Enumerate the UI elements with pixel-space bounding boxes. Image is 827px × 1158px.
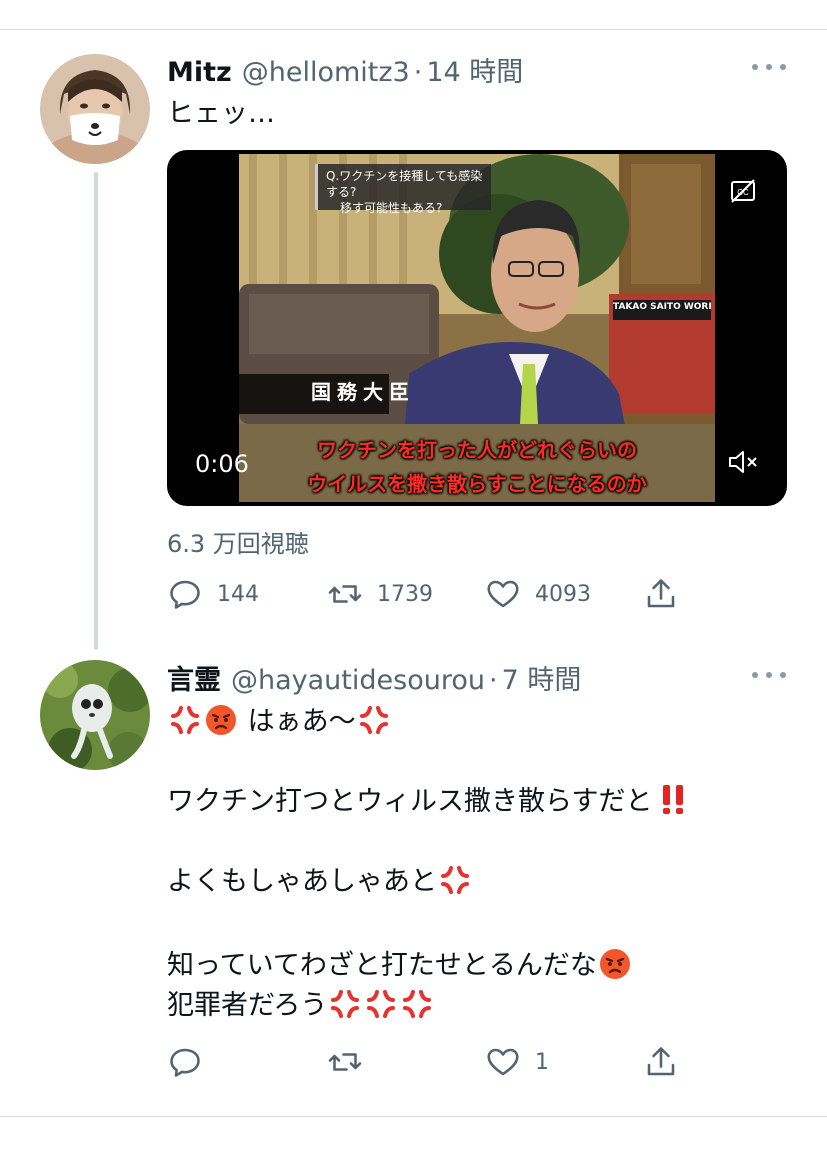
retweet-icon (328, 1053, 362, 1071)
tweet-line-3: よくもしゃあしゃあと (167, 862, 473, 902)
question-line1: Q.ワクチンを接種しても感染する? (326, 169, 483, 199)
retweet-button[interactable] (327, 1042, 377, 1082)
question-caption: Q.ワクチンを接種しても感染する? 移す可能性もある? (315, 164, 491, 215)
bottom-divider (0, 1116, 827, 1117)
angry-face-icon (206, 705, 236, 735)
anger-symbol-icon (367, 990, 396, 1018)
captions-icon[interactable]: CC (730, 178, 756, 204)
avatar-mitz[interactable] (40, 54, 150, 164)
timestamp[interactable]: 14 時間 (426, 50, 523, 89)
author-handle[interactable]: @hellomitz3 (242, 57, 410, 88)
anger-symbol-icon (403, 990, 432, 1018)
like-button[interactable]: 1 (485, 1042, 549, 1082)
tweet-text-line2: ワクチン打つとウィルス撒き散らすだと (167, 786, 653, 817)
double-exclamation-icon (663, 785, 684, 814)
more-icon[interactable] (752, 61, 786, 73)
avatar-kotodama[interactable] (40, 660, 150, 770)
author-name[interactable]: Mitz (167, 57, 232, 88)
subtitle-line1: ワクチンを打った人がどれぐらいの (317, 438, 637, 462)
tweet1-action-bar: 144 1739 4093 (167, 574, 687, 614)
tweet-line-4: 知っていてわざと打たせとるんだな (167, 946, 633, 986)
tweet-line-5: 犯罪者だろう (167, 986, 435, 1026)
top-divider (0, 29, 827, 30)
share-button[interactable] (643, 574, 679, 614)
question-line2: 移す可能性もある? (340, 201, 443, 215)
subtitle-line2: ウイルスを撒き散らすことになるのか (307, 472, 647, 496)
retweet-count: 1739 (377, 581, 433, 607)
view-count: 6.3 万回視聴 (167, 530, 309, 558)
like-count: 1 (535, 1049, 549, 1075)
anger-symbol-icon (171, 706, 199, 734)
like-button[interactable]: 4093 (485, 574, 591, 614)
reply-button[interactable] (167, 1042, 217, 1082)
separator-dot: · (488, 665, 498, 696)
anger-symbol-icon (441, 866, 469, 894)
tweet1-header: Mitz @hellomitz3 · 14 時間 (167, 50, 523, 88)
mute-icon[interactable] (727, 448, 759, 476)
tweet2-action-bar: 1 (167, 1042, 687, 1082)
author-name[interactable]: 言霊 (167, 658, 221, 697)
separator-dot: · (413, 57, 423, 88)
share-icon (647, 579, 675, 608)
tweet2-header: 言霊 @hayautidesourou · 7 時間 (167, 658, 581, 696)
tweet-line-1: はぁあ〜 (167, 702, 392, 742)
tweet-text-line3: よくもしゃあしゃあと (167, 866, 437, 897)
anger-symbol-icon (331, 990, 360, 1018)
share-button[interactable] (643, 1042, 679, 1082)
tweet-text-line5: 犯罪者だろう (167, 990, 328, 1021)
author-handle[interactable]: @hayautidesourou (231, 665, 485, 696)
timestamp[interactable]: 7 時間 (502, 658, 582, 697)
tweet-text: ヒェッ… (167, 98, 275, 129)
reply-icon (170, 580, 200, 609)
reply-icon (170, 1048, 200, 1077)
tweet-text-line4: 知っていてわざと打たせとるんだな (167, 950, 597, 981)
book-title: TAKAO SAITO WORKS (613, 302, 711, 312)
video-player[interactable]: Q.ワクチンを接種しても感染する? 移す可能性もある? 国務大臣 TAKAO S… (167, 150, 787, 506)
tweet-text-line1: はぁあ〜 (247, 706, 356, 737)
retweet-button[interactable]: 1739 (327, 574, 433, 614)
anger-symbol-icon (359, 706, 388, 734)
more-icon[interactable] (752, 669, 786, 681)
like-icon (487, 1048, 519, 1076)
share-icon (647, 1047, 675, 1076)
retweet-icon (328, 585, 362, 603)
thread-connector (94, 172, 98, 650)
tweet-line-2: ワクチン打つとウィルス撒き散らすだと (167, 782, 690, 822)
like-icon (487, 580, 519, 608)
angry-face-icon (599, 949, 630, 979)
like-count: 4093 (535, 581, 591, 607)
video-elapsed-time: 0:06 (195, 450, 249, 478)
reply-button[interactable]: 144 (167, 574, 259, 614)
speaker-nameplate: 国務大臣 (311, 380, 415, 404)
reply-count: 144 (217, 581, 259, 607)
